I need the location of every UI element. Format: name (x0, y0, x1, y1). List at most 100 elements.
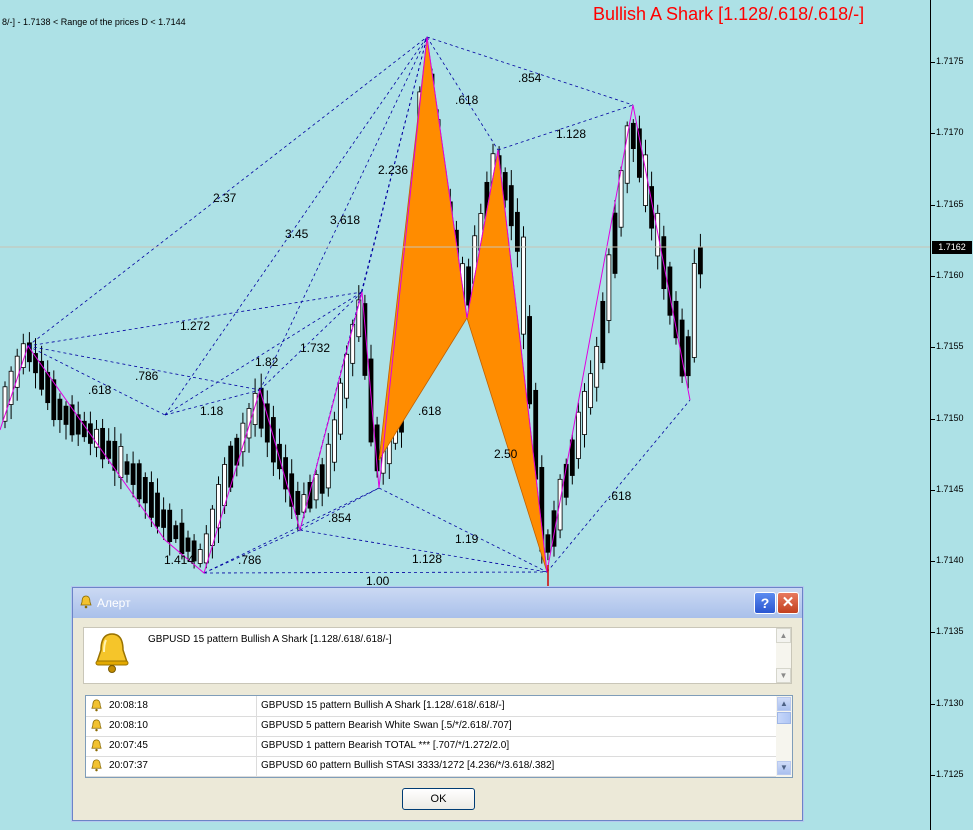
candle-body (582, 391, 587, 435)
candle-body (508, 185, 514, 227)
candle-body (557, 478, 563, 531)
candle-body (124, 461, 130, 475)
price-tick-label: 1.7170 (936, 127, 964, 138)
price-tick-mark (931, 418, 935, 420)
scroll-down-icon[interactable]: ▼ (776, 668, 791, 683)
price-tick-label: 1.7160 (936, 269, 964, 280)
help-button[interactable]: ? (754, 592, 776, 614)
close-button[interactable]: ✕ (777, 592, 799, 614)
ok-button[interactable]: OK (402, 788, 475, 810)
price-tick-label: 1.7165 (936, 198, 964, 209)
alert-time: 20:07:45 (109, 740, 148, 751)
candle-body (203, 533, 209, 564)
ratio-label: .618 (608, 489, 632, 503)
dialog-titlebar[interactable]: Алерт ? ✕ (73, 588, 802, 618)
current-price-label: 1.7162 (932, 241, 972, 254)
message-scrollbar[interactable]: ▲ ▼ (776, 628, 791, 683)
candle-body (295, 490, 301, 515)
candle-body (569, 439, 575, 476)
candle-body (576, 411, 581, 459)
pattern-title: Bullish A Shark [1.128/.618/.618/-] (593, 4, 865, 24)
ratio-label: 2.37 (213, 191, 237, 205)
ratio-label: .786 (238, 553, 262, 567)
dotted-guide (203, 571, 548, 574)
price-tick-mark (931, 347, 935, 349)
candle-body (185, 537, 191, 552)
ratio-label: 1.82 (255, 355, 279, 369)
candle-body (545, 534, 551, 553)
ratio-label: 3.618 (330, 213, 360, 227)
candle-body (606, 254, 612, 321)
price-tick-mark (931, 133, 935, 135)
ratio-label: .854 (518, 71, 542, 85)
scroll-down-icon[interactable]: ▼ (777, 761, 791, 775)
price-tick-label: 1.7140 (936, 555, 964, 566)
price-tick-label: 1.7125 (936, 769, 964, 779)
ratio-label: .786 (135, 369, 159, 383)
ratio-label: 1.18 (200, 404, 224, 418)
candle-body (588, 373, 593, 408)
ratio-label: .618 (455, 93, 479, 107)
price-tick-mark (931, 775, 935, 776)
list-item[interactable]: 20:07:45 GBPUSD 1 pattern Bearish TOTAL *… (86, 736, 776, 757)
alert-time: 20:08:18 (109, 700, 148, 711)
scrollbar-thumb[interactable] (777, 712, 791, 724)
candle-body (331, 419, 337, 463)
candle-body (594, 346, 600, 388)
info-line: 8/-] - 1.7138 < Range of the prices D < … (2, 17, 186, 27)
candle-body (130, 463, 136, 485)
ratio-label: .854 (328, 511, 352, 525)
candle-body (325, 443, 331, 489)
ratio-label: 1.732 (300, 341, 330, 355)
bell-icon (80, 595, 92, 609)
ratio-label: 1.19 (455, 532, 479, 546)
candle-body (51, 379, 57, 421)
ratio-label: .618 (88, 383, 112, 397)
price-tick-label: 1.7130 (936, 697, 964, 708)
candle-body (612, 212, 618, 274)
ratio-label: .618 (418, 404, 442, 418)
list-scrollbar[interactable]: ▲ ▼ (776, 696, 792, 777)
candle-body (167, 509, 173, 542)
list-item[interactable]: 20:08:10 GBPUSD 5 pattern Bearish White S… (86, 716, 776, 737)
price-tick-mark (931, 703, 935, 705)
candle-body (45, 371, 51, 404)
alert-history-list[interactable]: 20:08:18 GBPUSD 15 pattern Bullish A Shar… (85, 695, 793, 778)
price-tick-label: 1.7135 (936, 626, 964, 637)
dotted-guide (378, 487, 548, 573)
scroll-up-icon[interactable]: ▲ (776, 628, 791, 643)
candle-body (691, 263, 697, 358)
candle-body (173, 525, 179, 540)
zigzag-layer (0, 36, 691, 574)
price-tick-mark (931, 561, 935, 563)
price-axis: 1.7175 1.7170 1.7165 1.7160 1.7155 1.7150 1.71… (930, 0, 973, 830)
list-item[interactable]: 20:07:37 GBPUSD 60 pattern Bullish STASI … (86, 756, 776, 777)
candle-body (338, 382, 343, 435)
ratio-label: 2.50 (494, 447, 518, 461)
candle-body (179, 522, 185, 555)
dialog-title: Алерт (97, 596, 131, 610)
ratio-label: 1.00 (366, 574, 390, 588)
price-tick-mark (931, 204, 935, 206)
bell-icon (91, 719, 102, 732)
alert-text: GBPUSD 60 pattern Bullish STASI 3333/127… (261, 760, 555, 771)
alert-time: 20:08:10 (109, 720, 148, 731)
list-item[interactable]: 20:08:18 GBPUSD 15 pattern Bullish A Shar… (86, 696, 776, 717)
candle-body (161, 509, 167, 528)
candle-body (698, 246, 703, 275)
scroll-up-icon[interactable]: ▲ (777, 697, 791, 711)
candle-body (142, 477, 148, 504)
bell-icon (91, 699, 102, 712)
candle-body (630, 122, 636, 149)
ratio-label: 1.128 (556, 127, 586, 141)
alert-text: GBPUSD 15 pattern Bullish A Shark [1.128… (261, 700, 505, 711)
alert-text: GBPUSD 1 pattern Bearish TOTAL *** [.707… (261, 740, 510, 751)
candle-body (63, 405, 69, 425)
candle-body (313, 474, 319, 501)
candle-body (69, 404, 75, 436)
message-panel: GBPUSD 15 pattern Bullish A Shark [1.128… (83, 627, 792, 684)
ratio-label: 2.236 (378, 163, 408, 177)
alert-text: GBPUSD 5 pattern Bearish White Swan [.5/… (261, 720, 512, 731)
ratio-label: 1.128 (412, 552, 442, 566)
dotted-guide (27, 345, 261, 391)
